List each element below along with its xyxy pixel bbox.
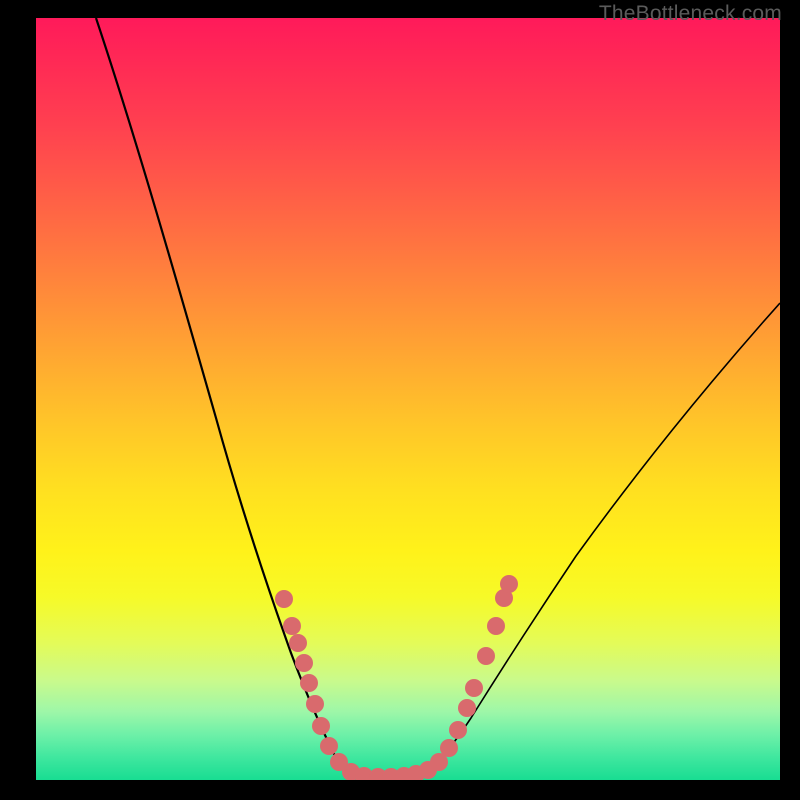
marker-dot bbox=[477, 647, 495, 665]
curve-svg bbox=[36, 18, 780, 780]
marker-dot bbox=[289, 634, 307, 652]
marker-dot bbox=[458, 699, 476, 717]
curve-right bbox=[424, 303, 780, 775]
marker-dot bbox=[306, 695, 324, 713]
marker-dot bbox=[487, 617, 505, 635]
marker-dot bbox=[500, 575, 518, 593]
marker-dot bbox=[275, 590, 293, 608]
plot-area bbox=[36, 18, 780, 780]
marker-dot bbox=[449, 721, 467, 739]
watermark-text: TheBottleneck.com bbox=[599, 2, 782, 26]
marker-dot bbox=[295, 654, 313, 672]
marker-dot bbox=[465, 679, 483, 697]
marker-group bbox=[275, 575, 518, 780]
marker-dot bbox=[312, 717, 330, 735]
marker-dot bbox=[300, 674, 318, 692]
outer-frame: TheBottleneck.com bbox=[0, 0, 800, 800]
curve-left bbox=[96, 18, 352, 774]
marker-dot bbox=[320, 737, 338, 755]
marker-dot bbox=[283, 617, 301, 635]
marker-dot bbox=[440, 739, 458, 757]
